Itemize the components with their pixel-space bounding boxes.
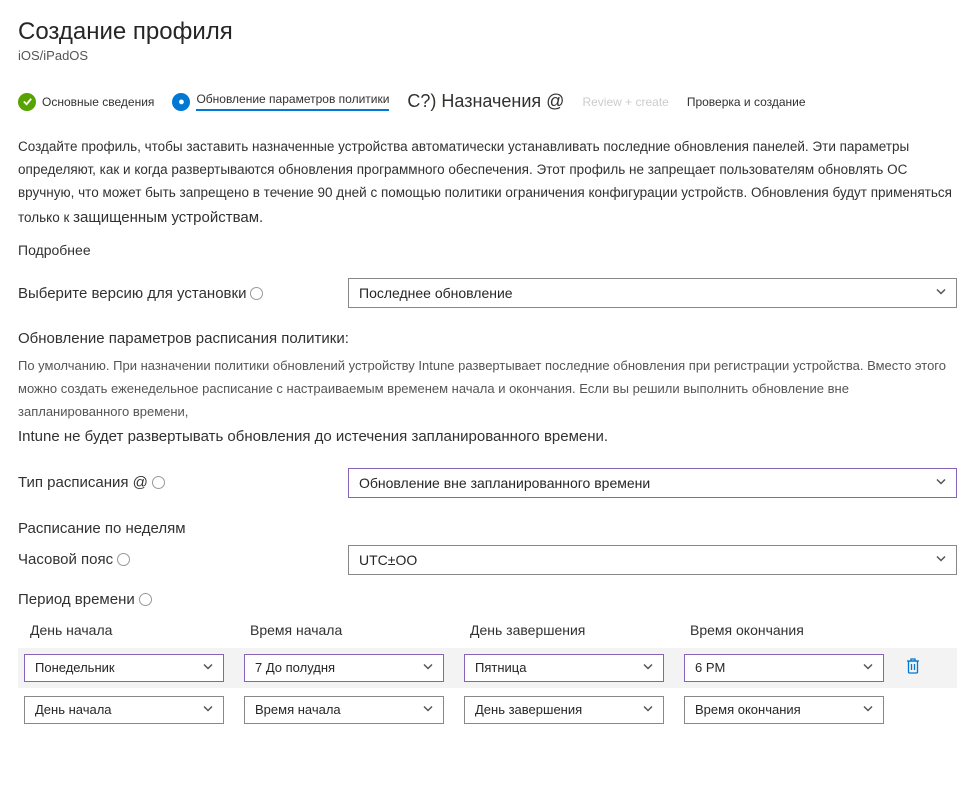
chevron-down-icon [201,659,215,676]
period-label-text: Период времени [18,591,135,608]
step-2-label: Обновление параметров политики [196,92,389,111]
schedule-type-row: Тип расписания @ Обновление вне запланир… [18,468,957,498]
chevron-down-icon [641,659,655,676]
step-active-icon: ● [172,93,190,111]
version-label-text: Выберите версию для установки [18,285,246,302]
chevron-down-icon [934,285,948,302]
delete-row-button[interactable] [904,657,934,678]
timezone-row: Часовой пояс UTC±OO [18,545,957,575]
end-time-select[interactable]: Время окончания [684,696,884,724]
check-icon [18,93,36,111]
timezone-value: UTC±OO [359,552,417,568]
table-header-row: День начала Время начала День завершения… [18,618,957,642]
info-icon[interactable] [250,287,263,300]
period-label: Период времени [18,591,957,608]
start-day-select[interactable]: Понедельник [24,654,224,682]
start-day-select[interactable]: День начала [24,696,224,724]
end-time-value: 6 PM [695,660,725,675]
step-3-label: С?) Назначения @ [407,91,564,112]
description-strong: защищенным устройствам. [73,209,263,226]
info-icon[interactable] [117,553,130,566]
weekly-schedule-label: Расписание по неделям [18,520,957,537]
trash-icon [904,657,922,675]
end-time-select[interactable]: 6 PM [684,654,884,682]
version-select[interactable]: Последнее обновление [348,278,957,308]
th-end-time: Время окончания [684,622,884,638]
chevron-down-icon [201,701,215,718]
chevron-down-icon [861,701,875,718]
schedule-type-select[interactable]: Обновление вне запланированного времени [348,468,957,498]
step-4-label: Проверка и создание [687,95,806,109]
step-update-policy[interactable]: ● Обновление параметров политики [172,92,389,111]
version-label: Выберите версию для установки [18,285,348,302]
chevron-down-icon [934,551,948,568]
step-assignments[interactable]: С?) Назначения @ [407,91,564,112]
page-subtitle: iOS/iPadOS [18,48,957,63]
schedule-description: По умолчанию. При назначении политики об… [18,355,957,450]
description-text: Создайте профиль, чтобы заставить назнач… [18,136,957,230]
schedule-type-label-text: Тип расписания @ [18,474,148,491]
version-row: Выберите версию для установки Последнее … [18,278,957,308]
time-window-table: День начала Время начала День завершения… [18,618,957,728]
step-1-label: Основные сведения [42,95,154,109]
table-row: День начала Время начала День завершения… [18,692,957,728]
schedule-type-value: Обновление вне запланированного времени [359,475,650,491]
chevron-down-icon [421,701,435,718]
schedule-heading: Обновление параметров расписания политик… [18,330,957,347]
th-end-day: День завершения [464,622,664,638]
start-time-value: 7 До полудня [255,660,335,675]
end-time-placeholder: Время окончания [695,702,801,717]
page-title: Создание профиля [18,18,957,46]
schedule-type-label: Тип расписания @ [18,474,348,491]
step-review[interactable]: Проверка и создание [687,95,806,109]
table-row: Понедельник 7 До полудня Пятница 6 PM [18,648,957,688]
timezone-label: Часовой пояс [18,551,348,568]
schedule-desc-strong: Intune не будет развертывать обновления … [18,428,608,445]
start-day-value: Понедельник [35,660,115,675]
start-time-placeholder: Время начала [255,702,341,717]
schedule-desc-body: По умолчанию. При назначении политики об… [18,358,946,419]
timezone-label-text: Часовой пояс [18,551,113,568]
end-day-placeholder: День завершения [475,702,582,717]
chevron-down-icon [421,659,435,676]
th-start-time: Время начала [244,622,444,638]
step-basics[interactable]: Основные сведения [18,93,154,111]
chevron-down-icon [934,474,948,491]
learn-more-link[interactable]: Подробнее [18,242,957,258]
chevron-down-icon [641,701,655,718]
info-icon[interactable] [139,593,152,606]
version-select-value: Последнее обновление [359,285,513,301]
start-time-select[interactable]: Время начала [244,696,444,724]
stepper: Основные сведения ● Обновление параметро… [18,91,957,112]
info-icon[interactable] [152,476,165,489]
step-review-dim: Review + create [582,95,668,109]
timezone-select[interactable]: UTC±OO [348,545,957,575]
end-day-select[interactable]: Пятница [464,654,664,682]
chevron-down-icon [861,659,875,676]
start-day-placeholder: День начала [35,702,112,717]
end-day-select[interactable]: День завершения [464,696,664,724]
step-4-dim-label: Review + create [582,95,668,109]
th-start-day: День начала [24,622,224,638]
end-day-value: Пятница [475,660,526,675]
start-time-select[interactable]: 7 До полудня [244,654,444,682]
